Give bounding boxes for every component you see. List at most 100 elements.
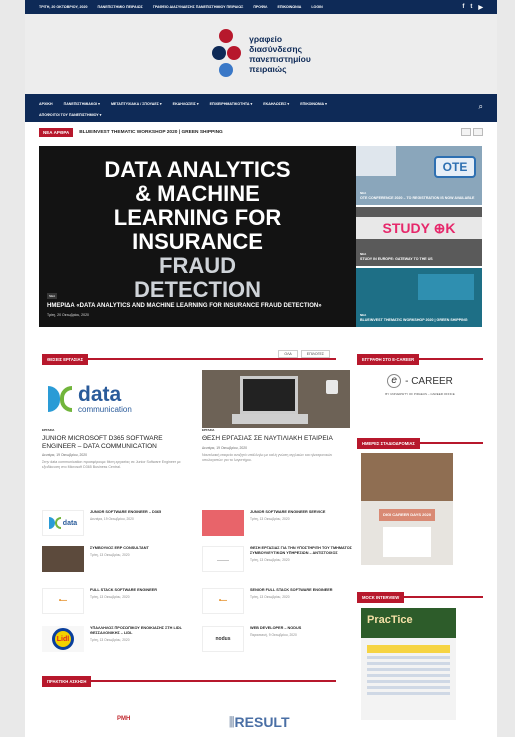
ticker-badge: ΝΕΑ ΑΡΘΡΑ	[39, 127, 74, 137]
hero-caption: ΝΕΑ ΗΜΕΡΙΔΑ «DATA ANALYTICS AND MACHINE …	[47, 284, 348, 317]
nav-item-events-2[interactable]: ΕΚΔΗΛΩΣΕΙΣ ▾	[263, 102, 289, 106]
featured-tile[interactable]: ΝΕΑ BLUEINVEST THEMATIC WORKSHOP 2020 | …	[356, 268, 482, 327]
list-thumb	[202, 510, 244, 536]
job-title[interactable]: JUNIOR MICROSOFT D365 SOFTWARE ENGINEER …	[42, 435, 192, 450]
jobs-section-header: ΘΕΣΕΙΣ ΕΡΓΑΣΙΑΣ ΟΛΑ ΕΠΙΛΟΓΕΣ	[42, 348, 336, 365]
nav-item-entrepreneurship[interactable]: ΕΠΙΧΕΙΡΗΜΑΤΙΚΟΤΗΤΑ ▾	[210, 102, 253, 106]
job-date: Δευτέρα, 19 Οκτωβρίου, 2020	[202, 445, 248, 450]
mock-interview-heading: MOCK INTERVIEW	[357, 592, 405, 603]
hero-tag: ΝΕΑ	[47, 293, 58, 299]
hero-article[interactable]: DATA ANALYTICS & MACHINE LEARNING FOR IN…	[39, 146, 356, 327]
list-item-title[interactable]: ΘΕΣΗ ΕΡΓΑΣΙΑΣ ΓΙΑ ΤΗΝ ΥΠΟΣΤΗΡΙΞΗ ΤΟΥ ΤΜΗ…	[250, 546, 352, 555]
facebook-icon[interactable]: f	[462, 4, 464, 11]
list-item[interactable]: •— FULL STACK SOFTWARE ENGINEER Τρίτη, 13…	[42, 586, 192, 614]
tile-title[interactable]: OTE CONFERENCE 2020 – ΤΟ REGISTRATION IS…	[360, 196, 478, 201]
social-links: f t ▶	[462, 4, 483, 11]
job-date: Δευτέρα, 19 Οκτωβρίου, 2020	[42, 453, 88, 457]
tile-title[interactable]: STUDY IN EUROPE: GATEWAY TO THE US	[360, 257, 478, 262]
nav-item-home[interactable]: ΑΡΧΙΚΗ	[39, 102, 53, 106]
result-logo[interactable]: ⫼ RESULT	[229, 714, 290, 730]
pmh-logo[interactable]: ΡΜΗ	[117, 716, 130, 722]
list-item[interactable]: data JUNIOR SOFTWARE ENGINEER – D365 Δευτ…	[42, 508, 192, 536]
nodus-logo: nodus	[202, 626, 244, 652]
featured-tile[interactable]: OTE ΝΕΑ OTE CONFERENCE 2020 – ΤΟ REGISTR…	[356, 146, 482, 205]
news-ticker: ΝΕΑ ΑΡΘΡΑ BLUEINVEST THEMATIC WORKSHOP 2…	[25, 122, 497, 142]
site-header: γραφείο διασύνδεσης πανεπιστημίου πειραι…	[25, 14, 497, 94]
twitter-icon[interactable]: t	[470, 4, 472, 11]
ticker-prev-button[interactable]	[461, 128, 471, 136]
ecareer-section-header: ΕΓΓΡΑΦΗ ΣΤΟ E-CAREER	[357, 348, 483, 365]
topbar-link-profile[interactable]: ΠΡΟΦΙΛ	[253, 5, 267, 9]
list-item-title[interactable]: SENIOR FULL STACK SOFTWARE ENGINEER	[250, 588, 333, 592]
mock-interview-section-header: MOCK INTERVIEW	[357, 586, 483, 603]
top-bar: ΤΡΙΤΗ, 20 ΟΚΤΩΒΡΙΟΥ, 2020 ΠΑΝΕΠΙΣΤΗΜΙΟ Π…	[25, 0, 497, 14]
nav-item-students[interactable]: ΠΑΝΕΠΙΣΤΗΜΙΑΚΟΙ ▾	[64, 102, 100, 106]
data-communication-logo: data communication	[42, 370, 190, 428]
practice-logo: PracTice	[367, 614, 413, 626]
list-item-title[interactable]: WEB DEVELOPER – NODUS	[250, 626, 301, 630]
nav-item-events[interactable]: ΕΚΔΗΛΩΣΕΙΣ ▾	[173, 102, 199, 106]
list-item-title[interactable]: JUNIOR SOFTWARE ENGINEER – D365	[90, 510, 161, 514]
list-item[interactable]: ——— ΘΕΣΗ ΕΡΓΑΣΙΑΣ ΓΙΑ ΤΗΝ ΥΠΟΣΤΗΡΙΞΗ ΤΟΥ…	[202, 544, 352, 584]
list-item-title[interactable]: ΥΠΑΛΛΗΛΟΣ ΠΡΟΣΩΠΙΚΟΥ ΕΝΟΙΚΙΑΣΗΣ ΣΤΗ LIDL…	[90, 626, 182, 635]
list-item-title[interactable]: FULL STACK SOFTWARE ENGINEER	[90, 588, 157, 592]
list-item[interactable]: ΣΥΜΒΟΥΛΟΣ ERP CONSULTANT Τρίτη, 13 Οκτωβρ…	[42, 544, 192, 572]
ticker-headline[interactable]: BLUEINVEST THEMATIC WORKSHOP 2020 | GREE…	[79, 130, 223, 135]
jobs-heading: ΘΕΣΕΙΣ ΕΡΓΑΣΙΑΣ	[42, 354, 89, 365]
topbar-link-university[interactable]: ΠΑΝΕΠΙΣΤΗΜΙΟ ΠΕΙΡΑΙΩΣ	[97, 5, 142, 9]
topbar-link-login[interactable]: LOGIN	[311, 5, 322, 9]
list-thumb: •—	[42, 588, 84, 614]
practice-section-header: ΠΡΑΚΤΙΚΗ ΑΣΚΗΣΗ	[42, 670, 336, 687]
main-nav: ΑΡΧΙΚΗ ΠΑΝΕΠΙΣΤΗΜΙΑΚΟΙ ▾ ΜΕΤΑΠΤΥΧΙΑΚΑ / …	[25, 94, 497, 122]
logo-mark-icon	[211, 29, 245, 79]
list-thumb: ———	[202, 546, 244, 572]
laptop-image	[202, 370, 350, 428]
ecareer-e-icon: e	[387, 374, 402, 388]
ticker-controls	[461, 128, 483, 136]
list-item[interactable]: JUNIOR SOFTWARE ENGINEER SERVICE Τρίτη, 1…	[202, 508, 352, 536]
hero-date: Τρίτη, 20 Οκτωβρίου, 2020	[47, 313, 89, 317]
ecareer-banner[interactable]: e- CAREER BY UNIVERSITY OF PIRAEUS – CAR…	[357, 366, 483, 414]
ecareer-heading: ΕΓΓΡΑΦΗ ΣΤΟ E-CAREER	[357, 354, 420, 365]
practice-heading: ΠΡΑΚΤΙΚΗ ΑΣΚΗΣΗ	[42, 676, 92, 687]
nav-item-contact[interactable]: ΕΠΙΚΟΙΝΩΝΙΑ ▾	[300, 102, 327, 106]
hero-title[interactable]: ΗΜΕΡΙΔΑ «DATA ANALYTICS AND MACHINE LEAR…	[47, 302, 348, 310]
youtube-icon[interactable]: ▶	[478, 4, 483, 11]
data-communication-thumb: data	[42, 510, 84, 536]
job-title[interactable]: ΘΕΣΗ ΕΡΓΑΣΙΑΣ ΣΕ ΝΑΥΤΙΛΙΑΚΗ ΕΤΑΙΡΕΙΑ	[202, 435, 352, 443]
featured-tiles: OTE ΝΕΑ OTE CONFERENCE 2020 – ΤΟ REGISTR…	[356, 146, 482, 329]
career-days-heading: ΗΜΕΡΕΣ ΣΤΑΔΙΟΔΡΟΜΙΑΣ	[357, 438, 420, 449]
nav-item-alumni[interactable]: ΑΠΟΦΟΙΤΟΙ ΤΟΥ ΠΑΝΕΠΙΣΤΗΜΙΟΥ ▾	[39, 113, 101, 117]
topbar-date: ΤΡΙΤΗ, 20 ΟΚΤΩΒΡΙΟΥ, 2020	[39, 5, 88, 9]
lidl-logo: Lidl	[42, 626, 84, 652]
ticker-next-button[interactable]	[473, 128, 483, 136]
hero-image-text: DATA ANALYTICS & MACHINE LEARNING FOR IN…	[104, 157, 291, 302]
topbar-link-office[interactable]: ΓΡΑΦΕΙΟ ΔΙΑΣΥΝΔΕΣΗΣ ΠΑΝΕΠΙΣΤΗΜΙΟΥ ΠΕΙΡΑΙ…	[153, 5, 244, 9]
search-icon[interactable]: ⌕	[479, 102, 483, 112]
list-item[interactable]: nodus WEB DEVELOPER – NODUS Παρασκευή, 9 …	[202, 624, 352, 652]
career-days-section-header: ΗΜΕΡΕΣ ΣΤΑΔΙΟΔΡΟΜΙΑΣ	[357, 432, 483, 449]
job-excerpt: Ναυτιλιακή εταιρεία αναζητά υπάλληλο με …	[202, 452, 333, 462]
tab-featured[interactable]: ΕΠΙΛΟΓΕΣ	[300, 350, 330, 358]
tile-title[interactable]: BLUEINVEST THEMATIC WORKSHOP 2020 | GREE…	[360, 318, 478, 323]
list-item[interactable]: Lidl ΥΠΑΛΛΗΛΟΣ ΠΡΟΣΩΠΙΚΟΥ ΕΝΟΙΚΙΑΣΗΣ ΣΤΗ…	[42, 624, 192, 652]
nav-item-postgrad[interactable]: ΜΕΤΑΠΤΥΧΙΑΚΑ / ΣΠΟΥΔΕΣ ▾	[111, 102, 162, 106]
tab-all[interactable]: ΟΛΑ	[278, 350, 298, 358]
job-card[interactable]: data communication ΕΡΓΑΣΙΑ JUNIOR MICROSO…	[42, 370, 192, 470]
job-excerpt: Στην data communication προσφέρουμε θέση…	[42, 460, 181, 470]
ote-logo: OTE	[434, 156, 476, 178]
job-card[interactable]: ΕΡΓΑΣΙΑ ΘΕΣΗ ΕΡΓΑΣΙΑΣ ΣΕ ΝΑΥΤΙΛΙΑΚΗ ΕΤΑΙ…	[202, 370, 352, 463]
featured-tile[interactable]: STUDY ⊕K ΝΕΑ STUDY IN EUROPE: GATEWAY TO…	[356, 207, 482, 266]
career-days-banner: DIGI CAREER DAYS 2020	[379, 509, 435, 521]
topbar-link-contact[interactable]: ΕΠΙΚΟΙΝΩΝΙΑ	[277, 5, 301, 9]
list-item[interactable]: •— SENIOR FULL STACK SOFTWARE ENGINEER Τρ…	[202, 586, 352, 614]
career-days-poster[interactable]: DIGI CAREER DAYS 2020	[361, 453, 453, 565]
list-item-title[interactable]: JUNIOR SOFTWARE ENGINEER SERVICE	[250, 510, 325, 514]
logo-text: γραφείο διασύνδεσης πανεπιστημίου πειραι…	[249, 34, 311, 74]
mock-interview-poster[interactable]: PracTice	[361, 608, 456, 720]
study-uk-logo: STUDY ⊕K	[356, 217, 482, 239]
site-logo[interactable]: γραφείο διασύνδεσης πανεπιστημίου πειραι…	[211, 29, 311, 79]
list-item-title[interactable]: ΣΥΜΒΟΥΛΟΣ ERP CONSULTANT	[90, 546, 149, 550]
list-thumb: •—	[202, 588, 244, 614]
page: ΤΡΙΤΗ, 20 ΟΚΤΩΒΡΙΟΥ, 2020 ΠΑΝΕΠΙΣΤΗΜΙΟ Π…	[25, 0, 497, 737]
